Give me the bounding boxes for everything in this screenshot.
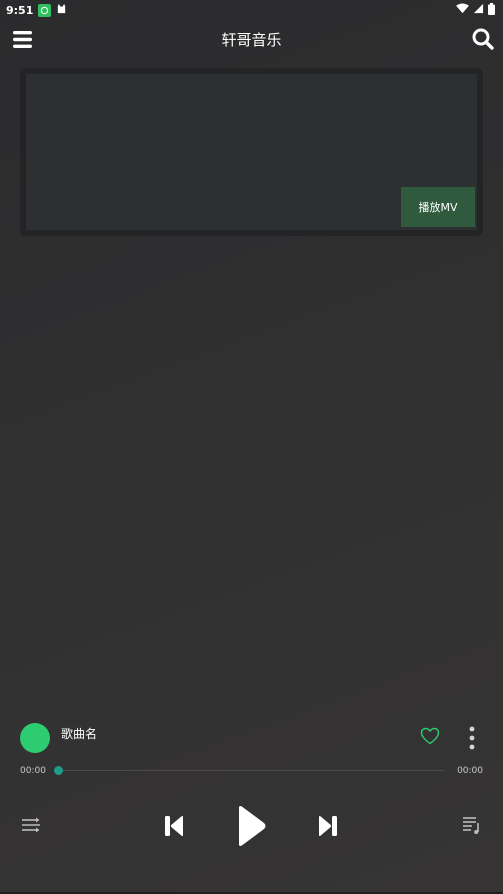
wifi-icon [456, 3, 469, 17]
menu-icon [12, 30, 32, 48]
progress-row: 00:00 00:00 [20, 763, 483, 779]
more-vertical-icon [469, 726, 475, 750]
mv-video-frame: 播放MV [20, 68, 483, 236]
total-time: 00:00 [457, 766, 483, 776]
more-options-button[interactable] [464, 725, 480, 751]
play-mode-button[interactable] [20, 814, 42, 836]
play-icon [239, 806, 266, 846]
status-bar: 9:51 [0, 0, 503, 20]
progress-knob[interactable] [54, 766, 63, 775]
queue-button[interactable] [461, 814, 483, 836]
signal-icon [473, 3, 484, 17]
progress-track[interactable] [58, 770, 445, 771]
mv-video-area[interactable]: 播放MV [26, 74, 477, 230]
search-button[interactable] [471, 27, 495, 51]
next-icon [319, 816, 337, 836]
search-icon [472, 28, 494, 50]
playback-controls [0, 800, 503, 852]
status-left: 9:51 [6, 3, 67, 17]
play-button[interactable] [232, 804, 270, 848]
favorite-button[interactable] [420, 727, 442, 749]
notification-app-icon [38, 3, 52, 17]
current-time: 00:00 [20, 766, 46, 776]
android-cat-icon [56, 3, 67, 17]
song-name: 歌曲名 [61, 727, 98, 741]
status-right [456, 2, 495, 18]
playlist-mode-icon [22, 817, 40, 833]
previous-button[interactable] [162, 814, 186, 838]
now-playing-bar: 歌曲名 [20, 721, 485, 755]
previous-icon [165, 816, 183, 836]
status-time: 9:51 [6, 3, 34, 17]
top-app-bar: 轩哥音乐 [0, 20, 503, 58]
album-art[interactable] [20, 723, 50, 753]
app-title: 轩哥音乐 [221, 30, 282, 49]
menu-button[interactable] [10, 27, 34, 51]
queue-icon [463, 817, 479, 834]
play-mv-button[interactable]: 播放MV [401, 187, 475, 227]
battery-icon [488, 2, 495, 18]
next-button[interactable] [316, 814, 340, 838]
heart-icon [420, 727, 440, 745]
